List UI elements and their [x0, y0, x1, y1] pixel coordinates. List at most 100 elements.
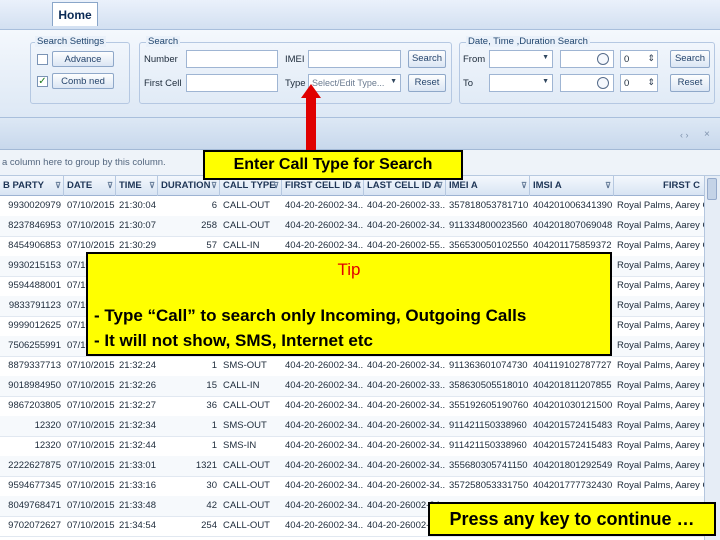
table-row[interactable]: 9867203805 07/10/2015 21:32:27 36 CALL-OUT 40…	[0, 396, 704, 417]
table-cell: 911421150338960	[449, 440, 527, 451]
to-time-picker[interactable]	[560, 74, 614, 92]
type-combo[interactable]: Select/Edit Type... ▼	[308, 74, 401, 92]
table-cell: 21:30:07	[119, 220, 156, 231]
grid-body: 9930020979 07/10/2015 21:30:04 6 CALL-OUT 404…	[0, 196, 704, 540]
date-search-title: Date, Time ,Duration Search	[466, 36, 590, 47]
combined-button[interactable]: Comb ned	[52, 73, 114, 89]
table-cell: 9702072627	[8, 520, 61, 531]
red-arrow-shaft	[306, 92, 316, 150]
table-cell: 357818053781710	[449, 200, 529, 211]
table-row[interactable]: 9018984950 07/10/2015 21:32:26 15 CALL-IN 404…	[0, 376, 704, 397]
vertical-scrollbar[interactable]	[704, 176, 720, 540]
advance-checkbox[interactable]	[37, 54, 48, 65]
table-cell: 404201572415483	[533, 420, 613, 431]
table-row[interactable]: 9594677345 07/10/2015 21:33:16 30 CALL-OUT 40…	[0, 476, 704, 497]
table-cell: 12320	[34, 440, 61, 451]
table-cell: 15	[206, 380, 217, 391]
date-search-button[interactable]: Search	[670, 50, 710, 68]
close-icon[interactable]: ×	[704, 129, 710, 140]
table-row[interactable]: 12320 07/10/2015 21:32:34 1 SMS-OUT 404-20-26…	[0, 416, 704, 437]
spinner-icon[interactable]: ⇕	[647, 77, 655, 88]
date-reset-button[interactable]: Reset	[670, 74, 710, 92]
column-header-time[interactable]: TIME ⊽	[116, 176, 158, 196]
advance-button[interactable]: Advance	[52, 51, 114, 67]
filter-icon: ⊽	[107, 181, 113, 190]
table-cell: 404-20-26002-34...	[285, 420, 364, 431]
table-cell: 12320	[34, 420, 61, 431]
search-settings-title: Search Settings	[35, 36, 107, 47]
from-date-picker[interactable]: ▼	[489, 50, 553, 68]
search-button[interactable]: Search	[408, 50, 446, 68]
column-header-imsi[interactable]: IMSI A ⊽	[530, 176, 614, 196]
table-cell: 21:32:27	[119, 400, 156, 411]
filter-icon: ⊽	[605, 181, 611, 190]
table-cell: Royal Palms, Aarey C	[617, 480, 704, 491]
search-group-title: Search	[146, 36, 181, 47]
table-row[interactable]: 2222627875 07/10/2015 21:33:01 1321 CALL-OUT…	[0, 456, 704, 477]
tip-title: Tip	[337, 260, 361, 279]
chevron-down-icon[interactable]: ▼	[390, 78, 397, 85]
first-cell-input[interactable]	[186, 74, 278, 92]
table-cell: SMS-OUT	[223, 360, 267, 371]
clock-icon[interactable]	[597, 77, 609, 89]
table-cell: 9833791123	[8, 300, 61, 311]
nav-arrows-icon[interactable]: ‹ ›	[680, 130, 689, 140]
tip-line-2: - It will not show, SMS, Internet etc	[94, 331, 373, 350]
table-cell: 404-20-26002-34...	[367, 220, 446, 231]
tab-home[interactable]: Home	[52, 2, 98, 26]
table-cell: 21:33:16	[119, 480, 156, 491]
press-any-key-banner[interactable]: Press any key to continue …	[428, 502, 716, 536]
table-cell: SMS-OUT	[223, 420, 267, 431]
reset-button[interactable]: Reset	[408, 74, 446, 92]
column-header-date[interactable]: DATE ⊽	[64, 176, 116, 196]
column-header-first-cell[interactable]: FIRST C	[614, 176, 704, 196]
table-row[interactable]: 8237846953 07/10/2015 21:30:07 258 CALL-OUT 4…	[0, 216, 704, 237]
number-input[interactable]	[186, 50, 278, 68]
table-cell: 21:33:48	[119, 500, 156, 511]
table-cell: CALL-OUT	[223, 400, 270, 411]
from-duration-input[interactable]: 0 ⇕	[620, 50, 658, 68]
table-cell: Royal Palms, Aarey C	[617, 300, 704, 311]
spinner-icon[interactable]: ⇕	[647, 53, 655, 64]
table-cell: 404-20-26002-33...	[367, 200, 446, 211]
imei-label: IMEI	[285, 54, 305, 65]
to-duration-input[interactable]: 0 ⇕	[620, 74, 658, 92]
combined-checkbox[interactable]: ✓	[37, 76, 48, 87]
table-row[interactable]: 8879337713 07/10/2015 21:32:24 1 SMS-OUT 404-…	[0, 356, 704, 377]
table-cell: 07/10/2015	[67, 400, 115, 411]
ribbon: Search Settings Advance ✓ Comb ned Searc…	[0, 30, 720, 118]
clock-icon[interactable]	[597, 53, 609, 65]
table-cell: 404-20-26002-34...	[285, 480, 364, 491]
scrollbar-thumb[interactable]	[707, 178, 717, 200]
table-cell: 357258053331750	[449, 480, 529, 491]
table-cell: Royal Palms, Aarey C	[617, 340, 704, 351]
table-cell: 7506255991	[8, 340, 61, 351]
table-cell: 355680305741150	[449, 460, 528, 471]
table-cell: Royal Palms, Aarey C	[617, 220, 704, 231]
chevron-down-icon[interactable]: ▼	[542, 78, 549, 85]
from-time-picker[interactable]	[560, 50, 614, 68]
table-cell: 404-20-26002-34...	[285, 200, 364, 211]
table-row[interactable]: 12320 07/10/2015 21:32:44 1 SMS-IN 404-20-260…	[0, 436, 704, 457]
column-header-b-party[interactable]: B PARTY ⊽	[0, 176, 64, 196]
to-date-picker[interactable]: ▼	[489, 74, 553, 92]
table-cell: 42	[206, 500, 217, 511]
table-cell: 404119102787727	[533, 360, 612, 371]
table-cell: 07/10/2015	[67, 440, 115, 451]
table-cell: 911421150338960	[449, 420, 527, 431]
imei-input[interactable]	[308, 50, 401, 68]
table-cell: 21:33:01	[119, 460, 156, 471]
table-cell: 1	[211, 420, 217, 431]
table-cell: 9930215153	[8, 260, 61, 271]
table-cell: 21:32:26	[119, 380, 156, 391]
table-cell: 8879337713	[8, 360, 61, 371]
table-cell: 404-20-26002-34...	[367, 480, 446, 491]
table-cell: Royal Palms, Aarey C	[617, 440, 704, 451]
table-cell: 404-20-26002-34...	[285, 460, 364, 471]
chevron-down-icon[interactable]: ▼	[542, 54, 549, 61]
table-cell: 404201572415483	[533, 440, 613, 451]
table-cell: Royal Palms, Aarey C	[617, 400, 704, 411]
table-cell: 07/10/2015	[67, 500, 115, 511]
table-row[interactable]: 9930020979 07/10/2015 21:30:04 6 CALL-OUT 404…	[0, 196, 704, 217]
to-duration-value: 0	[624, 78, 630, 89]
